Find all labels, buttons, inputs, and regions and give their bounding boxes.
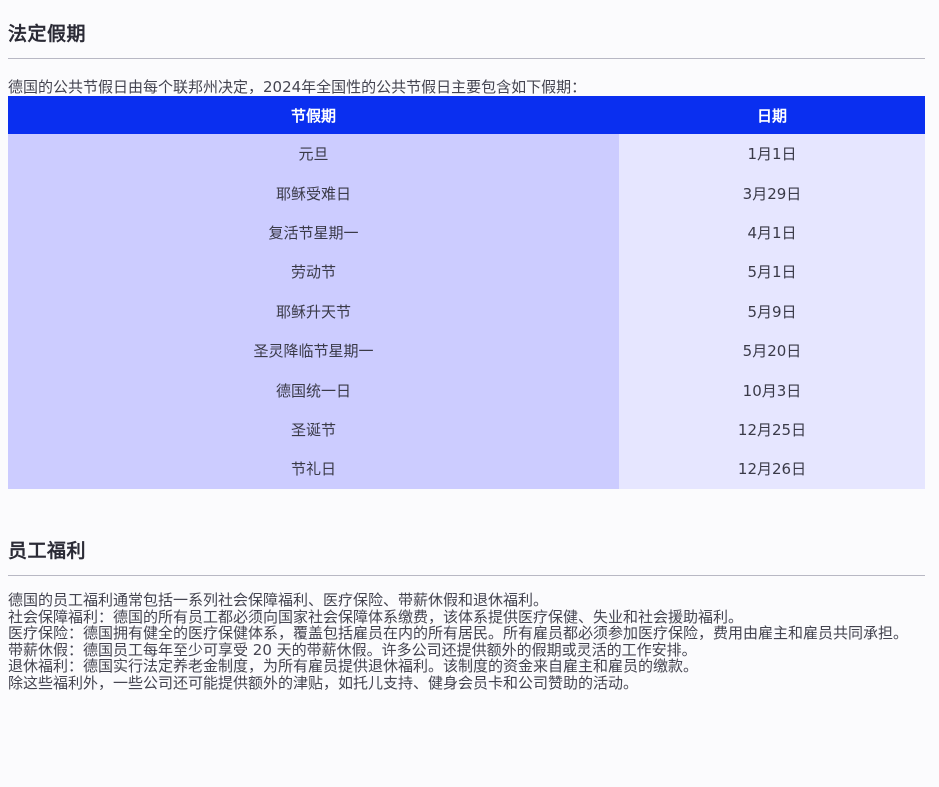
table-row: 圣诞节 12月25日 bbox=[8, 409, 925, 450]
holiday-name: 圣诞节 bbox=[8, 409, 619, 450]
holiday-date: 4月1日 bbox=[619, 212, 925, 253]
table-row: 元旦 1月1日 bbox=[8, 134, 925, 174]
holiday-date: 5月20日 bbox=[619, 330, 925, 371]
benefits-paragraph: 社会保障福利：德国的所有员工都必须向国家社会保障体系缴费，该体系提供医疗保健、失… bbox=[8, 607, 744, 626]
holiday-name: 德国统一日 bbox=[8, 370, 619, 410]
holiday-date: 5月1日 bbox=[619, 252, 925, 292]
benefits-paragraph: 医疗保险：德国拥有健全的医疗保健体系，覆盖包括雇员在内的所有居民。所有雇员都必须… bbox=[8, 624, 909, 643]
benefits-paragraph: 德国的员工福利通常包括一系列社会保障福利、医疗保险、带薪休假和退休福利。 bbox=[8, 591, 549, 609]
holidays-divider bbox=[8, 58, 925, 59]
table-header-row: 节假期 日期 bbox=[8, 96, 925, 134]
holiday-date: 1月1日 bbox=[619, 134, 925, 174]
holidays-intro: 德国的公共节假日由每个联邦州决定，2024年全国性的公共节假日主要包含如下假期： bbox=[8, 78, 587, 96]
holiday-name: 劳动节 bbox=[8, 252, 619, 292]
table-row: 圣灵降临节星期一 5月20日 bbox=[8, 330, 925, 371]
header-holiday: 节假期 bbox=[8, 96, 619, 134]
table-row: 复活节星期一 4月1日 bbox=[8, 212, 925, 253]
table-row: 节礼日 12月26日 bbox=[8, 449, 925, 489]
benefits-body: 德国的员工福利通常包括一系列社会保障福利、医疗保险、带薪休假和退休福利。 社会保… bbox=[8, 592, 928, 692]
holiday-name: 耶稣升天节 bbox=[8, 291, 619, 331]
benefits-paragraph: 除这些福利外，一些公司还可能提供额外的津贴，如托儿支持、健身会员卡和公司赞助的活… bbox=[8, 673, 639, 692]
benefits-paragraph: 退休福利：德国实行法定养老金制度，为所有雇员提供退休福利。该制度的资金来自雇主和… bbox=[8, 657, 699, 676]
holidays-section-title: 法定假期 bbox=[8, 23, 87, 45]
holiday-date: 10月3日 bbox=[619, 370, 925, 410]
table-row: 劳动节 5月1日 bbox=[8, 252, 925, 292]
benefits-divider bbox=[8, 575, 925, 576]
holiday-name: 圣灵降临节星期一 bbox=[8, 330, 619, 371]
table-row: 耶稣受难日 3月29日 bbox=[8, 173, 925, 213]
holiday-date: 12月26日 bbox=[619, 449, 925, 489]
page: 法定假期 德国的公共节假日由每个联邦州决定，2024年全国性的公共节假日主要包含… bbox=[0, 0, 939, 787]
table-row: 德国统一日 10月3日 bbox=[8, 370, 925, 410]
holiday-name: 复活节星期一 bbox=[8, 212, 619, 253]
holiday-date: 3月29日 bbox=[619, 173, 925, 213]
holiday-name: 节礼日 bbox=[8, 449, 619, 489]
holiday-date: 5月9日 bbox=[619, 291, 925, 331]
holiday-name: 元旦 bbox=[8, 134, 619, 174]
holidays-table: 节假期 日期 元旦 1月1日 耶稣受难日 3月29日 复活节星期一 4月1日 劳… bbox=[8, 96, 925, 489]
holiday-name: 耶稣受难日 bbox=[8, 173, 619, 213]
table-row: 耶稣升天节 5月9日 bbox=[8, 291, 925, 331]
benefits-section-title: 员工福利 bbox=[8, 540, 87, 562]
header-date: 日期 bbox=[619, 96, 925, 134]
holiday-date: 12月25日 bbox=[619, 409, 925, 450]
benefits-paragraph: 带薪休假：德国员工每年至少可享受 20 天的带薪休假。许多公司还提供额外的假期或… bbox=[8, 640, 697, 659]
